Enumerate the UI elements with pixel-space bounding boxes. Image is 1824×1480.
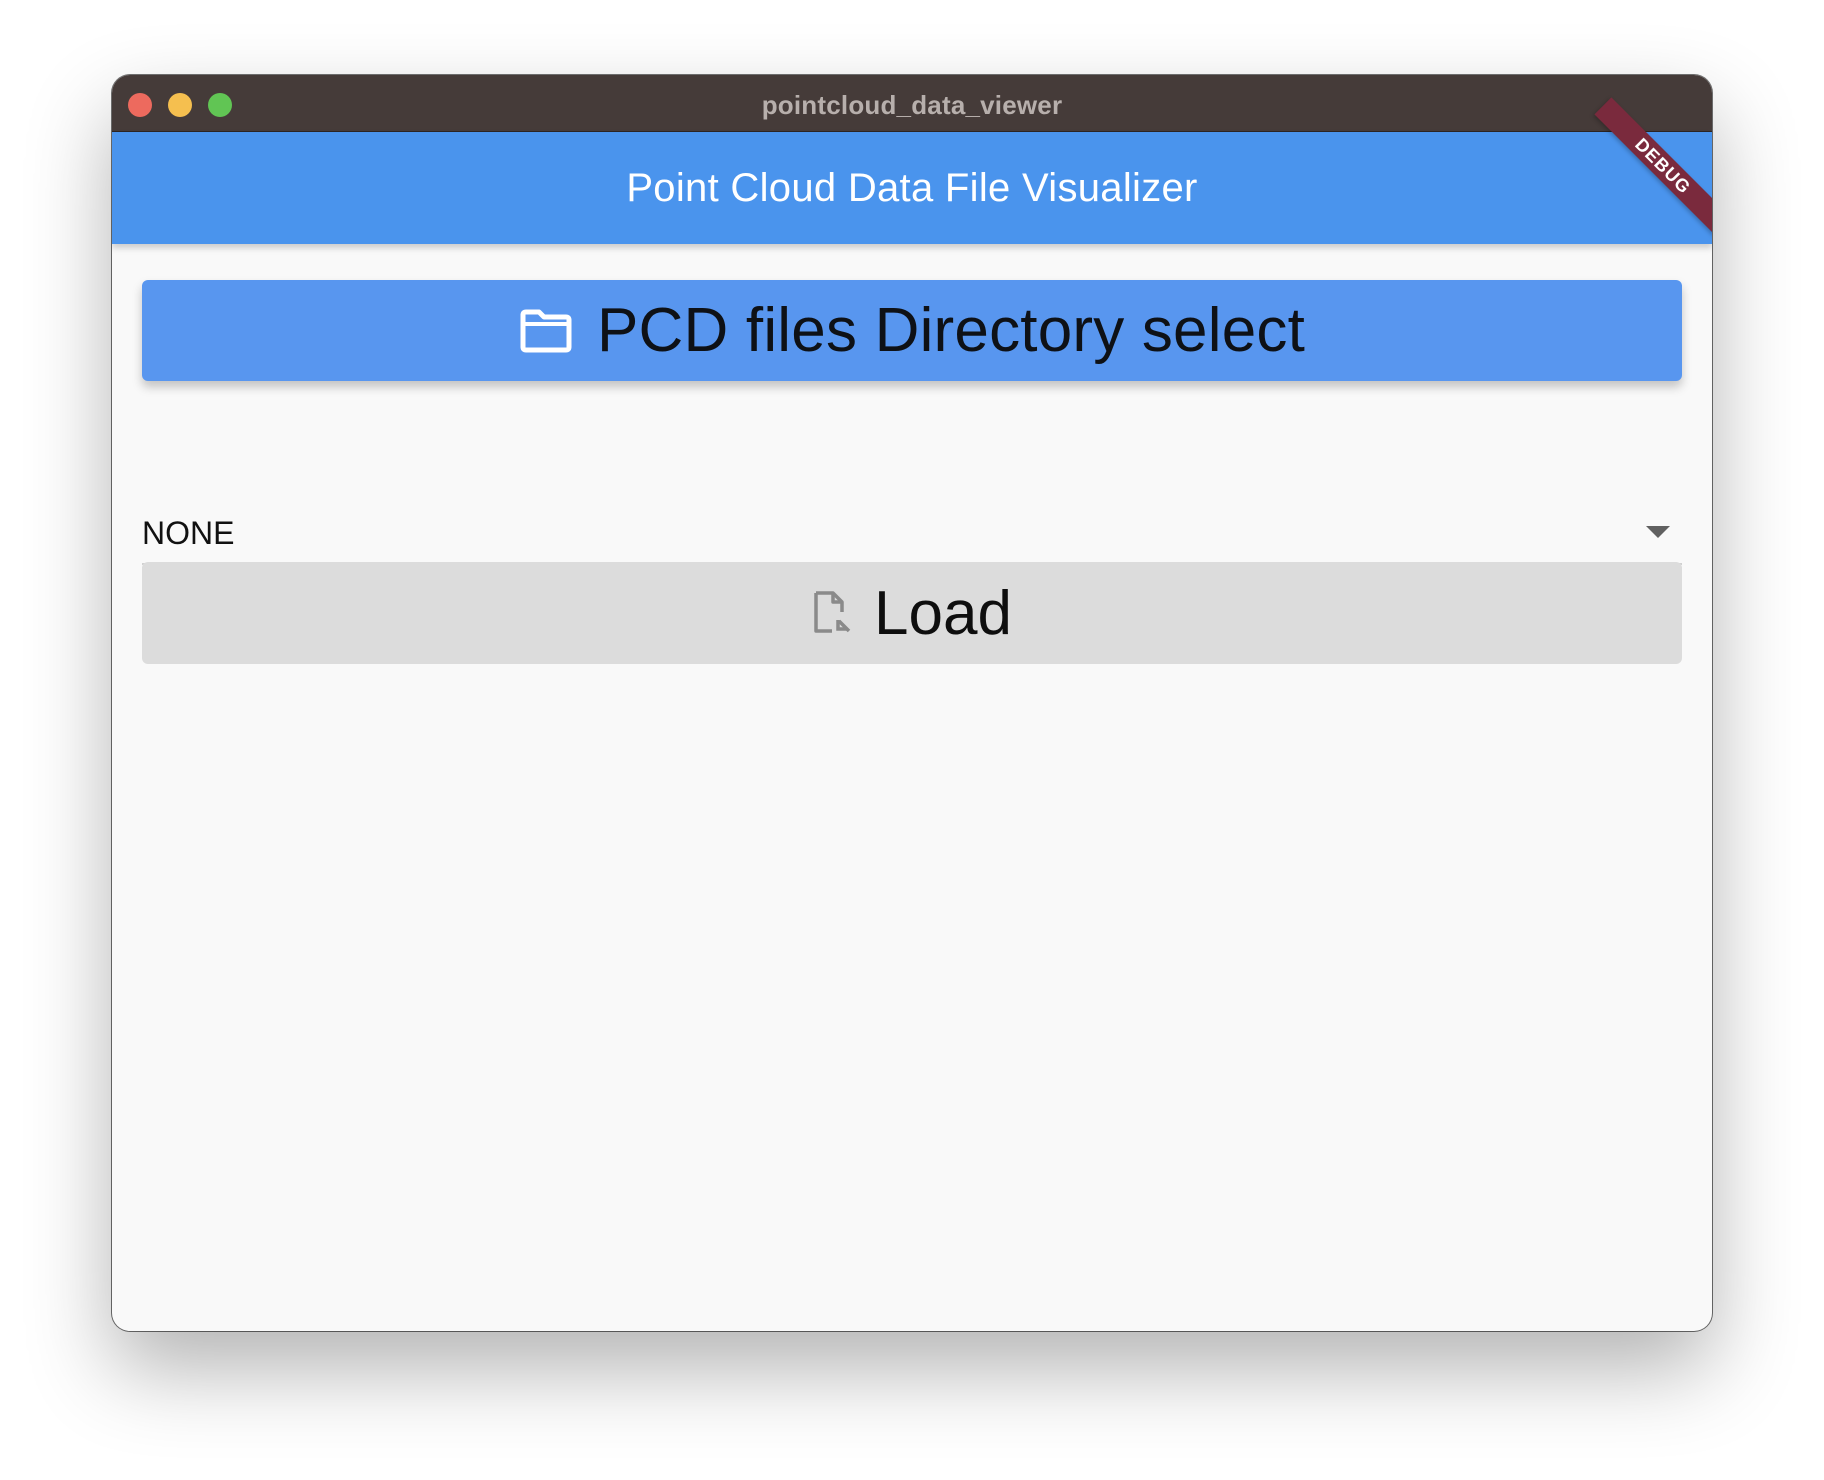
directory-select-button[interactable]: PCD files Directory select — [142, 280, 1682, 381]
directory-select-label: PCD files Directory select — [596, 296, 1306, 365]
page-title: Point Cloud Data File Visualizer — [626, 166, 1198, 210]
app-window: pointcloud_data_viewer Point Cloud Data … — [112, 75, 1712, 1331]
file-dropdown[interactable]: NONE — [142, 505, 1682, 565]
chevron-down-icon — [1646, 526, 1670, 538]
load-button[interactable]: Load — [142, 562, 1682, 664]
folder-icon — [520, 309, 572, 352]
file-dropdown-value: NONE — [142, 515, 235, 551]
load-button-label: Load — [874, 578, 1012, 648]
window-title: pointcloud_data_viewer — [761, 90, 1063, 120]
window-titlebar: pointcloud_data_viewer — [112, 75, 1712, 132]
file-open-icon — [814, 591, 851, 633]
app-bar: Point Cloud Data File Visualizer DEBUG — [112, 97, 1712, 244]
